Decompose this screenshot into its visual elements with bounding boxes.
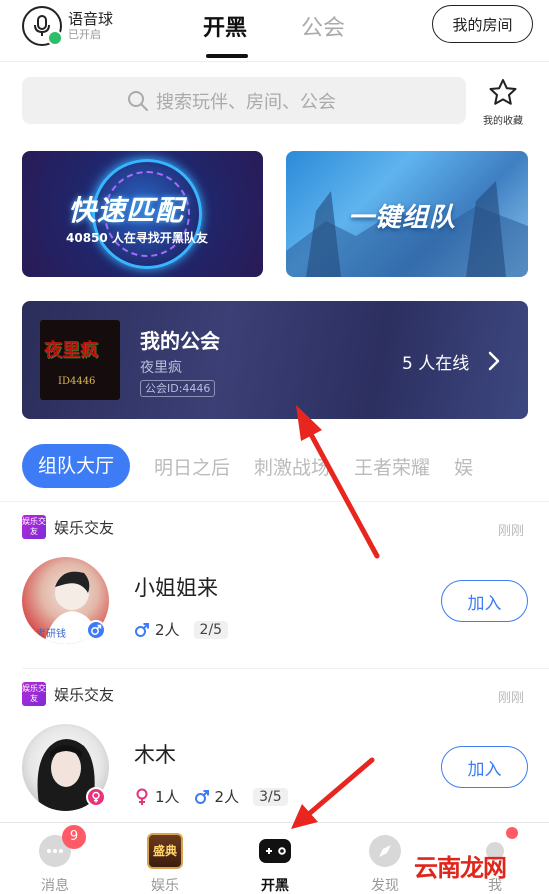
favorites-label: 我的收藏 (483, 116, 523, 127)
tab-active-indicator (206, 54, 248, 58)
room-capacity: 3/5 (253, 787, 288, 806)
festival-icon: 盛典 (147, 833, 183, 869)
male-count: 2人 (214, 788, 240, 806)
compass-icon (369, 835, 401, 867)
category-tab-honor-of-kings[interactable]: 王者荣耀 (354, 453, 430, 480)
guild-name: 夜里疯 (140, 360, 182, 376)
guild-section-title: 我的公会 (140, 329, 220, 353)
one-click-team-banner[interactable]: 一键组队 (286, 151, 528, 277)
category-tab-lobby[interactable]: 组队大厅 (22, 444, 131, 488)
quick-match-banner[interactable]: 快速匹配 40850 人在寻找开黑队友 (22, 151, 263, 277)
gamepad-icon (259, 839, 291, 863)
guild-id-badge: 公会ID:4446 (140, 380, 216, 397)
voice-ball-status: 已开启 (68, 28, 101, 41)
notification-dot (506, 827, 518, 839)
festival-icon-text: 盛典 (152, 844, 177, 858)
nav-label-kaihei: 开黑 (261, 878, 289, 894)
nav-item-kaihei[interactable]: 开黑 (220, 823, 330, 894)
join-button[interactable]: 加入 (441, 746, 528, 788)
guild-logo-id: ID4446 (58, 376, 96, 387)
nav-label-messages: 消息 (41, 878, 69, 894)
room-time: 刚刚 (498, 524, 525, 539)
guild-logo-text: 夜里疯 (44, 340, 98, 361)
nav-item-entertainment[interactable]: 盛典 娱乐 (110, 823, 220, 894)
entertainment-tag-icon: 娱乐交友 (22, 682, 46, 706)
category-tab-entertainment[interactable]: 娱 (454, 453, 473, 480)
join-button[interactable]: 加入 (441, 580, 528, 622)
entertainment-tag-icon: 娱乐交友 (22, 515, 46, 539)
enabled-check-icon (47, 30, 63, 46)
quick-match-subtitle: 40850 人在寻找开黑队友 (66, 231, 208, 245)
female-count: 1人 (155, 788, 180, 806)
female-badge-icon (86, 787, 106, 807)
room-name: 木木 (134, 743, 176, 767)
chevron-right-icon (488, 351, 500, 371)
guild-online-count: 5 人在线 (402, 354, 470, 374)
male-icon (135, 622, 149, 637)
watermark: 云南龙网 (414, 854, 507, 882)
male-badge-icon (86, 620, 106, 640)
room-tag-label: 娱乐交友 (54, 685, 115, 704)
room-time: 刚刚 (498, 691, 525, 706)
quick-match-title: 快速匹配 (68, 194, 185, 227)
room-name: 小姐姐来 (134, 576, 218, 600)
voice-ball-toggle[interactable]: 语音球 已开启 (22, 6, 113, 46)
nav-label-entertainment: 娱乐 (151, 878, 179, 894)
favorites-button[interactable]: 我的收藏 (477, 78, 529, 127)
female-icon (136, 788, 148, 805)
message-count-badge: 9 (62, 825, 86, 849)
search-placeholder: 搜索玩伴、房间、公会 (156, 91, 336, 113)
nav-item-messages[interactable]: 9 消息 (0, 823, 110, 894)
room-members: 2人 2/5 (134, 619, 229, 640)
room-members: 1人 2人 3/5 (134, 786, 288, 807)
one-click-team-title: 一键组队 (348, 203, 457, 233)
category-tab-lifeafter[interactable]: 明日之后 (154, 453, 230, 480)
microphone-icon (22, 6, 63, 46)
male-icon (194, 789, 209, 804)
avatar-caption: 考研钱 (36, 627, 66, 640)
search-icon (128, 91, 148, 111)
category-tab-pubg[interactable]: 刺激战场 (254, 453, 330, 480)
annotation-arrow-kaihei (307, 757, 375, 816)
app-screen: 语音球 已开启 开黑 公会 我的房间 搜索玩伴、房间、公会 我的收藏 快速匹配 … (0, 0, 549, 894)
top-header: 语音球 已开启 开黑 公会 我的房间 (0, 0, 549, 62)
room-tag: 娱乐交友 娱乐交友 (22, 515, 114, 539)
tab-kaihei[interactable]: 开黑 (203, 10, 247, 42)
my-guild-card[interactable]: 夜里疯 ID4446 我的公会 夜里疯 公会ID:4446 5 人在线 (22, 301, 528, 419)
my-room-button[interactable]: 我的房间 (432, 5, 533, 43)
room-capacity: 2/5 (193, 620, 229, 639)
room-tag: 娱乐交友 娱乐交友 (22, 682, 114, 706)
category-tabs: 组队大厅 明日之后 刺激战场 王者荣耀 娱 (22, 444, 497, 488)
guild-logo: 夜里疯 ID4446 (40, 320, 120, 400)
star-icon (489, 79, 517, 105)
tab-gonghui[interactable]: 公会 (301, 10, 345, 42)
voice-ball-title: 语音球 (68, 10, 114, 28)
search-bar[interactable]: 搜索玩伴、房间、公会 (22, 77, 466, 124)
male-count: 2人 (155, 621, 180, 639)
room-tag-label: 娱乐交友 (54, 518, 115, 537)
